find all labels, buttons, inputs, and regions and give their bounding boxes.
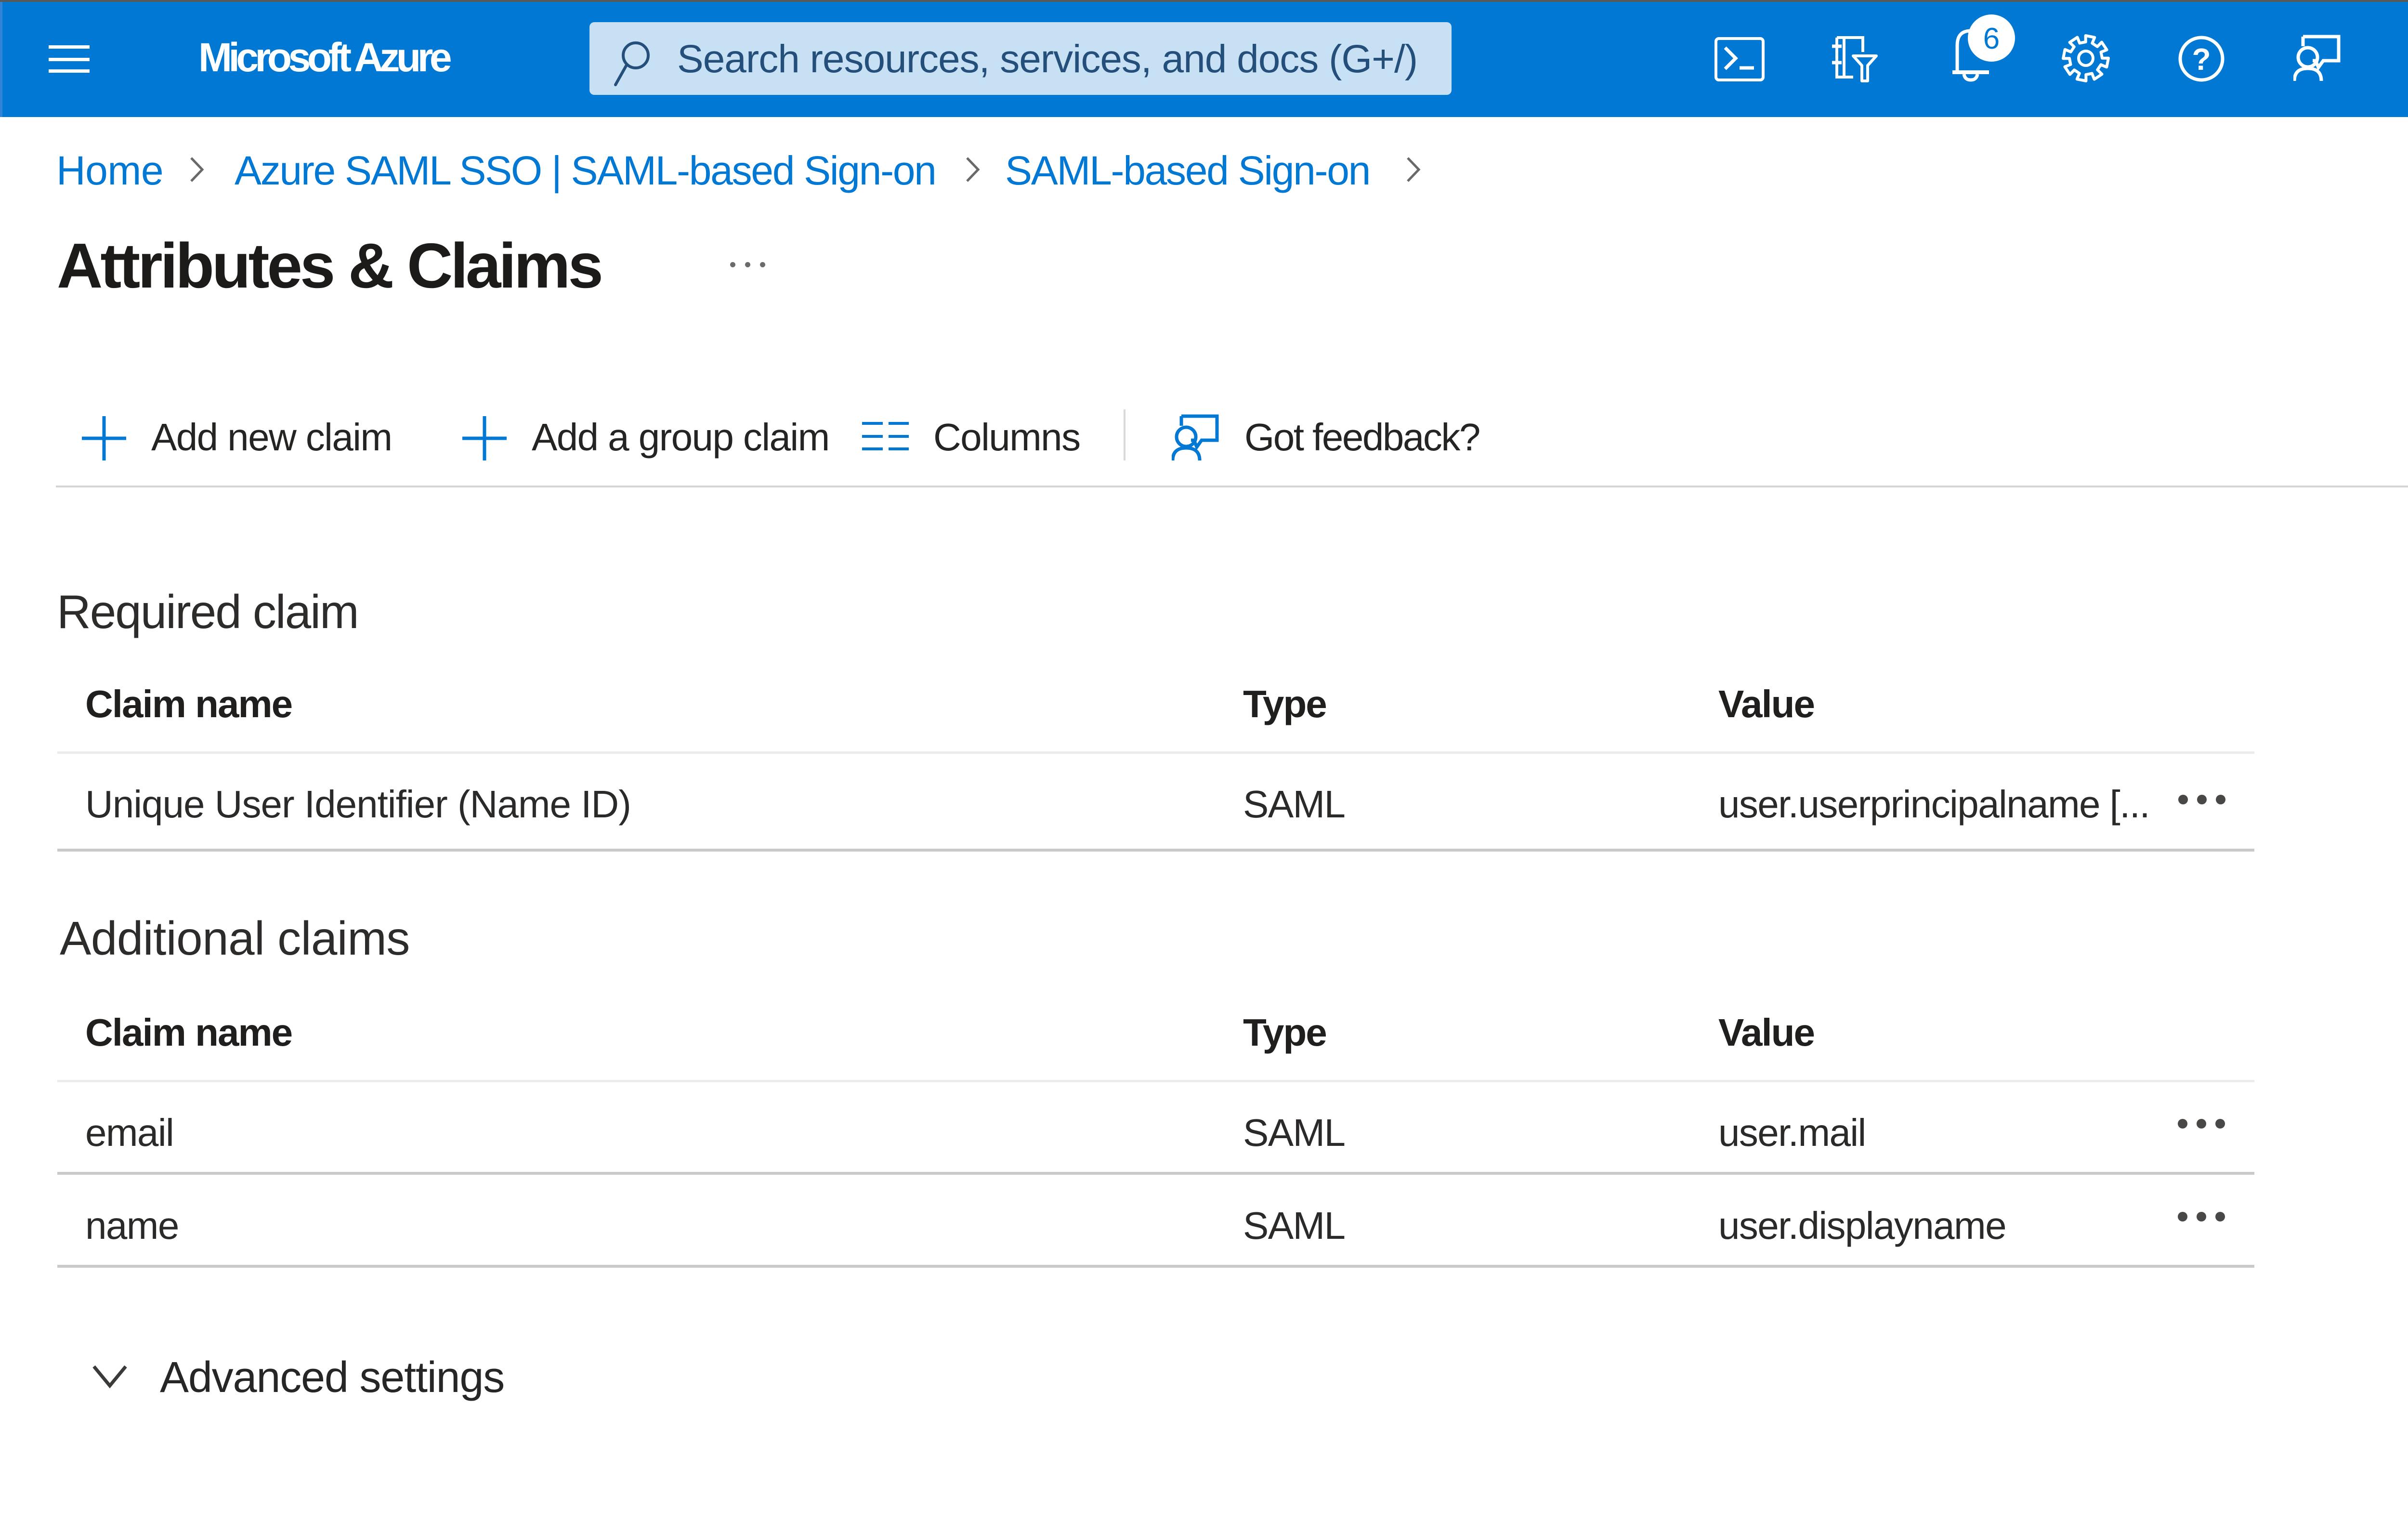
svg-text:?: ? [2192, 42, 2211, 77]
svg-text:6: 6 [1983, 22, 2000, 55]
